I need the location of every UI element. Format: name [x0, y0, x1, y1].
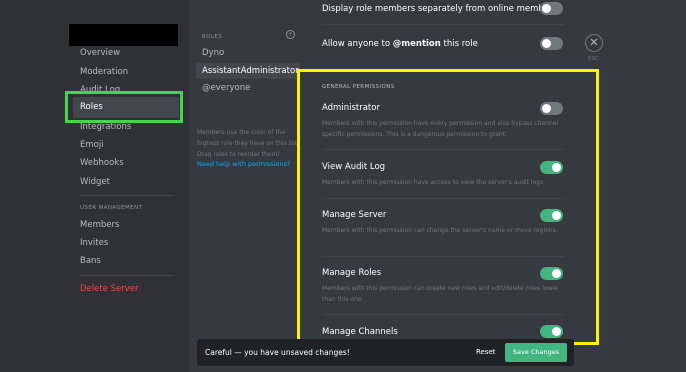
allow-mention-toggle[interactable] — [540, 37, 563, 50]
role-item-everyone[interactable]: @everyone — [202, 83, 250, 93]
close-icon[interactable]: ✕ — [585, 34, 603, 52]
user-management-heading: USER MANAGEMENT — [80, 205, 143, 211]
allow-mention-prefix: Allow anyone to — [322, 39, 393, 49]
sidebar-item-integrations[interactable]: Integrations — [80, 122, 131, 132]
roles-help-text: Members use the color of the highest rol… — [197, 129, 300, 158]
allow-mention-suffix: this role — [440, 39, 478, 49]
sidebar-item-webhooks[interactable]: Webhooks — [80, 158, 124, 168]
roles-list-panel: ROLES + Dyno AssistantAdministrator @eve… — [190, 0, 306, 372]
reset-button[interactable]: Reset — [476, 348, 496, 356]
permissions-help-link[interactable]: Need help with permissions? — [197, 160, 290, 168]
roles-heading: ROLES — [202, 34, 223, 40]
sidebar-item-emoji[interactable]: Emoji — [80, 140, 104, 150]
sidebar-item-members[interactable]: Members — [80, 220, 119, 230]
unsaved-changes-bar: Careful — you have unsaved changes! Rese… — [197, 339, 574, 366]
save-changes-button[interactable]: Save Changes — [505, 343, 567, 362]
general-permissions-highlight-annotation — [297, 69, 599, 345]
delete-server-button[interactable]: Delete Server — [80, 284, 139, 294]
unsaved-changes-text: Careful — you have unsaved changes! — [205, 348, 350, 357]
add-role-icon[interactable]: + — [286, 30, 295, 39]
toggle-knob — [542, 39, 551, 48]
sidebar-item-overview[interactable]: Overview — [80, 48, 120, 58]
role-item-assistant-administrator[interactable]: AssistantAdministrator — [196, 63, 300, 79]
settings-sidebar: Overview Moderation Audit Log Roles Inte… — [0, 0, 190, 372]
allow-mention-bold: @mention — [392, 39, 441, 49]
server-name-redaction — [69, 24, 178, 46]
roles-highlight-annotation — [65, 91, 183, 123]
sidebar-divider — [80, 195, 174, 196]
display-separately-label: Display role members separately from onl… — [322, 4, 557, 14]
sidebar-item-moderation[interactable]: Moderation — [80, 67, 128, 77]
role-item-dyno[interactable]: Dyno — [202, 48, 224, 58]
row-divider — [322, 24, 564, 25]
sidebar-item-invites[interactable]: Invites — [80, 238, 108, 248]
sidebar-item-widget[interactable]: Widget — [80, 177, 110, 187]
role-item-label: AssistantAdministrator — [202, 66, 299, 76]
sidebar-divider — [80, 275, 174, 276]
allow-mention-label: Allow anyone to @mention this role — [322, 39, 478, 49]
toggle-knob — [542, 4, 551, 13]
esc-label: ESC — [588, 56, 599, 62]
display-separately-toggle[interactable] — [540, 2, 563, 15]
sidebar-item-bans[interactable]: Bans — [80, 256, 101, 266]
